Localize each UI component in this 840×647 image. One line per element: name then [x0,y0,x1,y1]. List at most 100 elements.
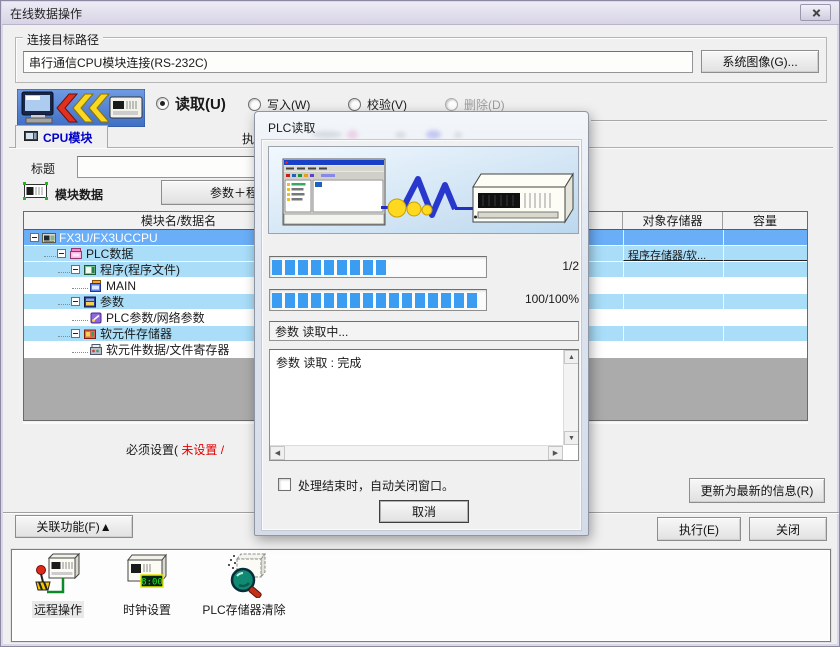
device-data-icon [89,343,103,357]
mode-radio-verify-label: 校验(V) [367,96,407,113]
progress-segment [454,293,464,308]
tree-item-label: FX3U/FX3UCCPU [59,231,158,245]
tab-cpu-module-label: CPU模块 [43,129,92,146]
progress-segment [337,260,347,275]
scroll-down-button[interactable]: ▼ [564,431,579,445]
log-horizontal-scrollbar[interactable]: ◀ ▶ [270,445,563,460]
divider-highlight [591,121,827,122]
target-memory-cell [623,262,723,277]
target-memory-cell [623,278,723,293]
mode-radio-delete-label: 删除(D) [464,96,505,113]
capacity-cell [723,262,807,277]
transfer-banner [268,146,579,234]
progress-segment [376,293,386,308]
tab-cpu-module[interactable]: CPU模块 [15,125,108,148]
cancel-button[interactable]: 取消 [379,500,469,523]
progress-segment [350,293,360,308]
refresh-info-button[interactable]: 更新为最新的信息(R) [689,478,825,503]
progress-segment [298,293,308,308]
dialog-title: PLC读取 [268,119,315,136]
progress-segment [441,293,451,308]
capacity-cell [723,342,807,357]
radio-icon[interactable] [248,98,261,111]
progress-segment [376,260,386,275]
target-memory-cell [623,326,723,341]
plc-memory-clear-icon [219,552,269,598]
progress-segment [298,260,308,275]
related-item-label: PLC存储器清除 [200,601,287,618]
clock-setting-icon: 8:00 [124,552,170,598]
tree-collapse-toggle[interactable] [57,249,66,258]
header-capacity[interactable]: 容量 [723,212,807,229]
mode-radio-write[interactable]: 写入(W) [248,96,310,112]
scroll-right-button[interactable]: ▶ [548,446,563,460]
connection-group-label: 连接目标路径 [23,31,103,48]
system-image-button[interactable]: 系统图像(G)... [701,50,819,73]
progress-segment [415,293,425,308]
mode-radio-verify[interactable]: 校验(V) [348,96,407,112]
auto-close-checkbox[interactable] [278,478,291,491]
redacted-text-smudge [312,131,342,138]
cpu-unit-icon [42,231,56,245]
progress-segment [350,260,360,275]
radio-icon[interactable] [348,98,361,111]
note-suffix: / [217,443,224,457]
progress-segment [285,293,295,308]
tree-collapse-toggle[interactable] [71,297,80,306]
progress-segment [337,293,347,308]
tree-collapse-toggle[interactable] [71,265,80,274]
connection-path-input[interactable]: 串行通信CPU模块连接(RS-232C) [23,51,693,73]
tree-item-label: MAIN [106,279,136,293]
related-item-plc-memory-clear[interactable]: PLC存储器清除 [196,552,292,618]
tree-item-label: 软元件存储器 [100,327,172,341]
tree-connector [72,282,88,289]
capacity-cell [723,230,807,245]
progress-segment [324,260,334,275]
module-data-label: 模块数据 [55,186,103,203]
cpu-module-tab-icon [24,131,38,143]
tree-connector [58,330,70,337]
step-progress-bar [269,256,487,278]
redacted-text-smudge [426,130,441,139]
status-field: 参数 读取中... [269,321,579,341]
progress-segment [272,293,282,308]
progress-segment [363,293,373,308]
scroll-up-button[interactable]: ▲ [564,350,579,364]
redacted-text-smudge [347,130,358,139]
target-memory-cell [623,230,723,245]
device-memory-icon [83,327,97,341]
related-item-remote-operation[interactable]: 远程操作 [20,552,96,618]
capacity-cell [723,310,807,325]
mode-radio-read-label: 读取(U) [175,93,226,114]
progress-segment [402,293,412,308]
related-item-clock-setting[interactable]: 8:00 时钟设置 [109,552,185,618]
close-window-button[interactable]: 关闭 [749,517,827,541]
capacity-cell [723,294,807,309]
tree-item-label: PLC参数/网络参数 [106,311,205,325]
titlebar: 在线数据操作 [2,2,840,25]
tree-collapse-toggle[interactable] [71,329,80,338]
execute-button[interactable]: 执行(E) [657,517,741,541]
radio-checked-icon[interactable] [156,97,169,110]
scroll-left-button[interactable]: ◀ [270,446,285,460]
header-target-memory[interactable]: 对象存储器 [623,212,723,229]
tree-collapse-toggle[interactable] [30,233,39,242]
remote-operation-icon [33,552,83,598]
mode-radio-write-label: 写入(W) [267,96,310,113]
related-functions-button[interactable]: 关联功能(F)▲ [15,515,133,538]
target-memory-cell [623,342,723,357]
tree-connector [58,266,70,273]
target-memory-cell [623,310,723,325]
progress-segment [363,260,373,275]
close-icon [811,8,820,17]
log-box[interactable]: 参数 读取 : 完成 ▲ ▼ ◀ ▶ [269,349,579,461]
log-text: 参数 读取 : 完成 [276,354,361,371]
close-button[interactable] [800,4,831,21]
radio-disabled-icon [445,98,458,111]
log-vertical-scrollbar[interactable]: ▲ ▼ [563,350,578,445]
mode-radio-read[interactable]: 读取(U) [156,93,226,113]
target-memory-cell [623,294,723,309]
percent-progress-bar [269,289,487,311]
module-data-icon [23,182,49,200]
capacity-cell [723,326,807,341]
